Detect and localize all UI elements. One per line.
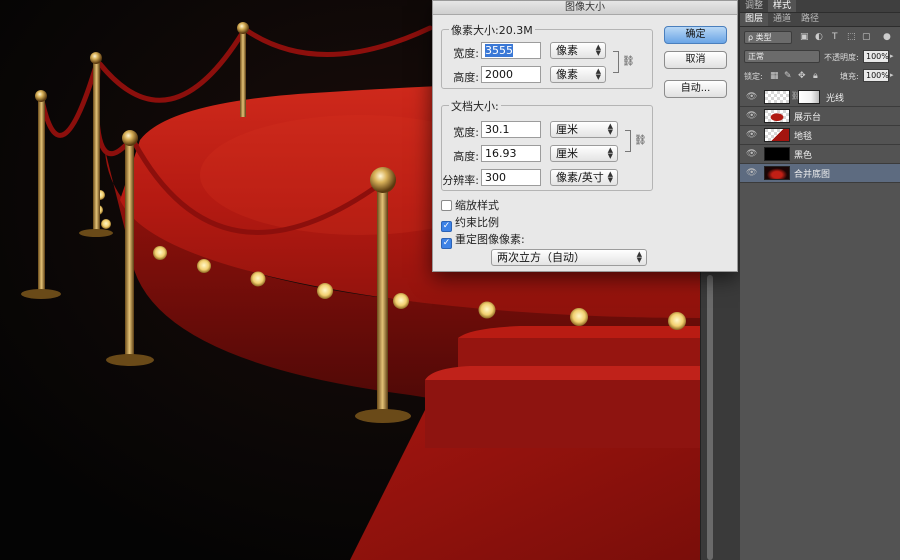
tab-adjustments[interactable]: 调整 — [740, 0, 768, 12]
tab-channels[interactable]: 通道 — [768, 13, 796, 26]
filter-type-icon[interactable]: T — [832, 31, 838, 43]
doc-height-label: 高度: — [453, 150, 479, 163]
layer-thumbnail — [764, 128, 790, 142]
pixel-width-unit: 像素 — [556, 44, 578, 57]
resample-image-checkbox[interactable]: ✓ 重定图像像素: — [441, 231, 525, 249]
dialog-title: 图像大小 — [433, 1, 737, 15]
pixel-width-field[interactable]: 3555 — [481, 42, 541, 59]
select-arrows-icon: ▲ ▼ — [595, 67, 601, 81]
fill-field[interactable]: 100% — [863, 69, 889, 82]
resolution-field[interactable]: 300 — [481, 169, 541, 186]
tab-layers[interactable]: 图层 — [740, 13, 769, 26]
layer-name: 光线 — [826, 94, 845, 104]
layer-row[interactable]: 👁︎ 展示台 — [740, 107, 900, 126]
lock-transparent-icon[interactable]: ▦ — [770, 70, 779, 82]
tab-paths[interactable]: 路径 — [796, 13, 824, 26]
layer-name: 合并底图 — [794, 170, 831, 180]
pixel-height-label: 高度: — [453, 71, 479, 84]
visibility-eye-icon[interactable]: 👁︎ — [746, 92, 757, 102]
lock-move-icon[interactable]: ✥ — [798, 70, 806, 82]
filter-smart-object-icon[interactable]: ▢ — [862, 31, 871, 43]
opacity-arrow-icon[interactable]: ▸ — [890, 50, 894, 62]
doc-width-label: 宽度: — [453, 126, 479, 139]
layer-thumbnail — [764, 90, 790, 104]
doc-height-field[interactable]: 16.93 — [481, 145, 541, 162]
filter-shape-icon[interactable]: ⬚ — [847, 31, 856, 43]
layer-filter-select[interactable]: ρ 类型 — [744, 31, 792, 44]
select-arrows-icon: ▲ ▼ — [607, 122, 613, 136]
resolution-unit-select[interactable]: 像素/英寸 ▲ ▼ — [550, 169, 618, 186]
layer-name: 地毯 — [794, 132, 813, 142]
pixel-height-field[interactable]: 2000 — [481, 66, 541, 83]
lock-brush-icon[interactable]: ✎ — [784, 70, 792, 82]
layer-thumbnail — [764, 147, 790, 161]
lock-label: 锁定: — [744, 72, 763, 81]
checkbox-box — [441, 200, 452, 211]
pixel-width-unit-select[interactable]: 像素 ▲ ▼ — [550, 42, 606, 59]
filter-toggle-icon[interactable]: ● — [883, 31, 891, 43]
chain-link-icon: ⛓ — [622, 56, 635, 67]
layer-thumbnail — [764, 109, 790, 123]
auto-button[interactable]: 自动... — [664, 80, 727, 98]
visibility-eye-icon[interactable]: 👁︎ — [746, 149, 757, 159]
visibility-eye-icon[interactable]: 👁︎ — [746, 130, 757, 140]
doc-width-field[interactable]: 30.1 — [481, 121, 541, 138]
constrain-proportions-checkbox[interactable]: ✓ 约束比例 — [441, 214, 499, 232]
blend-mode-select[interactable]: 正常 — [744, 50, 820, 63]
layer-row-selected[interactable]: 👁︎ 合并底图 — [740, 164, 900, 183]
lock-all-icon[interactable]: 🔒︎ — [813, 70, 818, 82]
scale-styles-label: 缩放样式 — [455, 199, 499, 212]
doc-width-unit-select[interactable]: 厘米 ▲ ▼ — [550, 121, 618, 138]
tab-styles[interactable]: 样式 — [768, 0, 797, 12]
ok-button[interactable]: 确定 — [664, 26, 727, 44]
resolution-label: 分辨率: — [442, 174, 479, 187]
pixel-height-unit-select[interactable]: 像素 ▲ ▼ — [550, 66, 606, 83]
layer-mask-thumbnail[interactable] — [798, 90, 820, 104]
opacity-label: 不透明度: — [824, 53, 859, 62]
doc-width-unit: 厘米 — [556, 123, 578, 136]
image-size-dialog: 图像大小 像素大小:20.3M 宽度: 3555 像素 ▲ ▼ 高度: 2000 … — [432, 0, 738, 272]
layer-name: 黑色 — [794, 151, 813, 161]
pixel-dimensions-legend: 像素大小:20.3M — [449, 22, 535, 38]
cancel-button[interactable]: 取消 — [664, 51, 727, 69]
fill-label: 填充: — [840, 72, 859, 81]
fill-arrow-icon[interactable]: ▸ — [890, 69, 894, 81]
constrain-proportions-label: 约束比例 — [455, 216, 499, 229]
pixel-width-value: 3555 — [485, 44, 513, 57]
layer-row[interactable]: 👁︎ 地毯 — [740, 126, 900, 145]
layer-row[interactable]: 👁︎ 黑色 — [740, 145, 900, 164]
chain-link-icon: ⛓ — [634, 135, 647, 146]
vertical-scrollbar[interactable] — [707, 275, 713, 560]
doc-link-bracket — [625, 130, 631, 152]
visibility-eye-icon[interactable]: 👁︎ — [746, 168, 757, 178]
panel-top-tabs: 调整 样式 — [740, 0, 900, 13]
layer-name: 展示台 — [794, 113, 822, 123]
doc-height-unit-select[interactable]: 厘米 ▲ ▼ — [550, 145, 618, 162]
filter-pixel-icon[interactable]: ▣ — [800, 31, 809, 43]
resample-image-label: 重定图像像素: — [455, 233, 525, 246]
resolution-unit: 像素/英寸 — [556, 171, 604, 184]
select-arrows-icon: ▲ ▼ — [607, 146, 613, 160]
panel-tabs: 图层 通道 路径 — [740, 13, 900, 27]
select-arrows-icon: ▲ ▼ — [636, 250, 642, 264]
resample-method-select[interactable]: 两次立方（自动） ▲ ▼ — [491, 249, 647, 266]
checkmark-icon: ✓ — [441, 238, 452, 249]
visibility-eye-icon[interactable]: 👁︎ — [746, 111, 757, 121]
select-arrows-icon: ▲ ▼ — [595, 43, 601, 57]
pixel-link-bracket — [613, 51, 619, 73]
layer-row[interactable]: 👁︎ ⛓ 光线 — [740, 88, 900, 107]
pixel-width-label: 宽度: — [453, 47, 479, 60]
document-size-legend: 文档大小: — [449, 98, 501, 114]
opacity-field[interactable]: 100% — [863, 50, 889, 63]
layers-panel: 调整 样式 图层 通道 路径 ρ 类型 ▣ ◐ T ⬚ ▢ ● 正常 不透明度:… — [740, 0, 900, 560]
scale-styles-checkbox[interactable]: 缩放样式 — [441, 197, 499, 212]
layer-thumbnail — [764, 166, 790, 180]
filter-adjustment-icon[interactable]: ◐ — [815, 31, 823, 43]
select-arrows-icon: ▲ ▼ — [607, 170, 613, 184]
doc-height-unit: 厘米 — [556, 147, 578, 160]
pixel-height-unit: 像素 — [556, 68, 578, 81]
resample-method-value: 两次立方（自动） — [497, 251, 585, 264]
